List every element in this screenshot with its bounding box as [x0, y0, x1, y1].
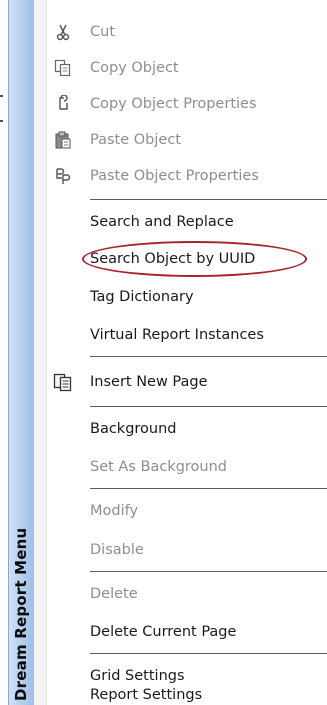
menu-item-label: Delete Current Page [90, 624, 237, 640]
copy-icon [52, 50, 74, 86]
menu-separator [90, 406, 327, 407]
menu-item-label: Background [90, 421, 177, 437]
side-banner-title: Dream Report Menu [12, 527, 30, 701]
menu-item-search-and-replace[interactable]: Search and Replace [90, 204, 327, 240]
new-page-icon [52, 364, 74, 400]
menu-item-label: Copy Object Properties [90, 96, 257, 112]
highlight-oval [82, 241, 307, 277]
menu-separator [90, 571, 327, 572]
menu-item-label: Set As Background [90, 459, 228, 475]
menu-item-disable[interactable]: Disable [90, 532, 327, 568]
edge-mark [0, 120, 3, 122]
menu-item-report-settings[interactable]: Report Settings [90, 685, 327, 705]
menu-item-label: Paste Object Properties [90, 168, 259, 184]
menu-item-paste-object[interactable]: Paste Object [90, 122, 327, 158]
menu-item-set-as-background[interactable]: Set As Background [90, 449, 327, 485]
menu-item-virtual-report-instances[interactable]: Virtual Report Instances [90, 317, 327, 353]
menu-separator [90, 488, 327, 489]
scissors-icon [52, 14, 74, 50]
menu-item-copy-object[interactable]: Copy Object [90, 50, 327, 86]
copy-properties-icon [52, 86, 74, 122]
menu-item-label: Paste Object [90, 132, 181, 148]
menu-item-modify[interactable]: Modify [90, 493, 327, 529]
menu-item-paste-object-properties[interactable]: Paste Object Properties [90, 158, 327, 194]
menu-item-label: Disable [90, 542, 144, 558]
menu-item-label: Report Settings [90, 687, 203, 703]
menu-item-tag-dictionary[interactable]: Tag Dictionary [90, 279, 327, 315]
menu-item-insert-new-page[interactable]: Insert New Page [90, 364, 327, 400]
menu-item-label: Delete [90, 586, 138, 602]
menu-item-label: Virtual Report Instances [90, 327, 264, 343]
menu-item-background[interactable]: Background [90, 411, 327, 447]
menu-item-delete[interactable]: Delete [90, 576, 327, 612]
menu-separator [90, 356, 327, 357]
paste-properties-icon [52, 158, 74, 194]
menu-separator [90, 653, 327, 654]
menu-item-label: Copy Object [90, 60, 179, 76]
menu-item-copy-object-properties[interactable]: Copy Object Properties [90, 86, 327, 122]
menu-item-delete-current-page[interactable]: Delete Current Page [90, 614, 327, 650]
menu-item-label: Tag Dictionary [90, 289, 194, 305]
menu-side-banner: Dream Report Menu [8, 0, 35, 705]
edge-mark [0, 95, 3, 97]
menu-item-label: Cut [90, 24, 115, 40]
menu-separator [90, 199, 327, 200]
menu-item-label: Modify [90, 503, 139, 519]
menu-icon-gutter [34, 0, 47, 705]
menu-item-label: Grid Settings [90, 668, 185, 684]
menu-item-label: Insert New Page [90, 374, 208, 390]
menu-item-label: Search and Replace [90, 214, 234, 230]
menu-item-cut[interactable]: Cut [90, 14, 327, 50]
clipboard-icon [52, 122, 74, 158]
window-edge [0, 0, 8, 705]
